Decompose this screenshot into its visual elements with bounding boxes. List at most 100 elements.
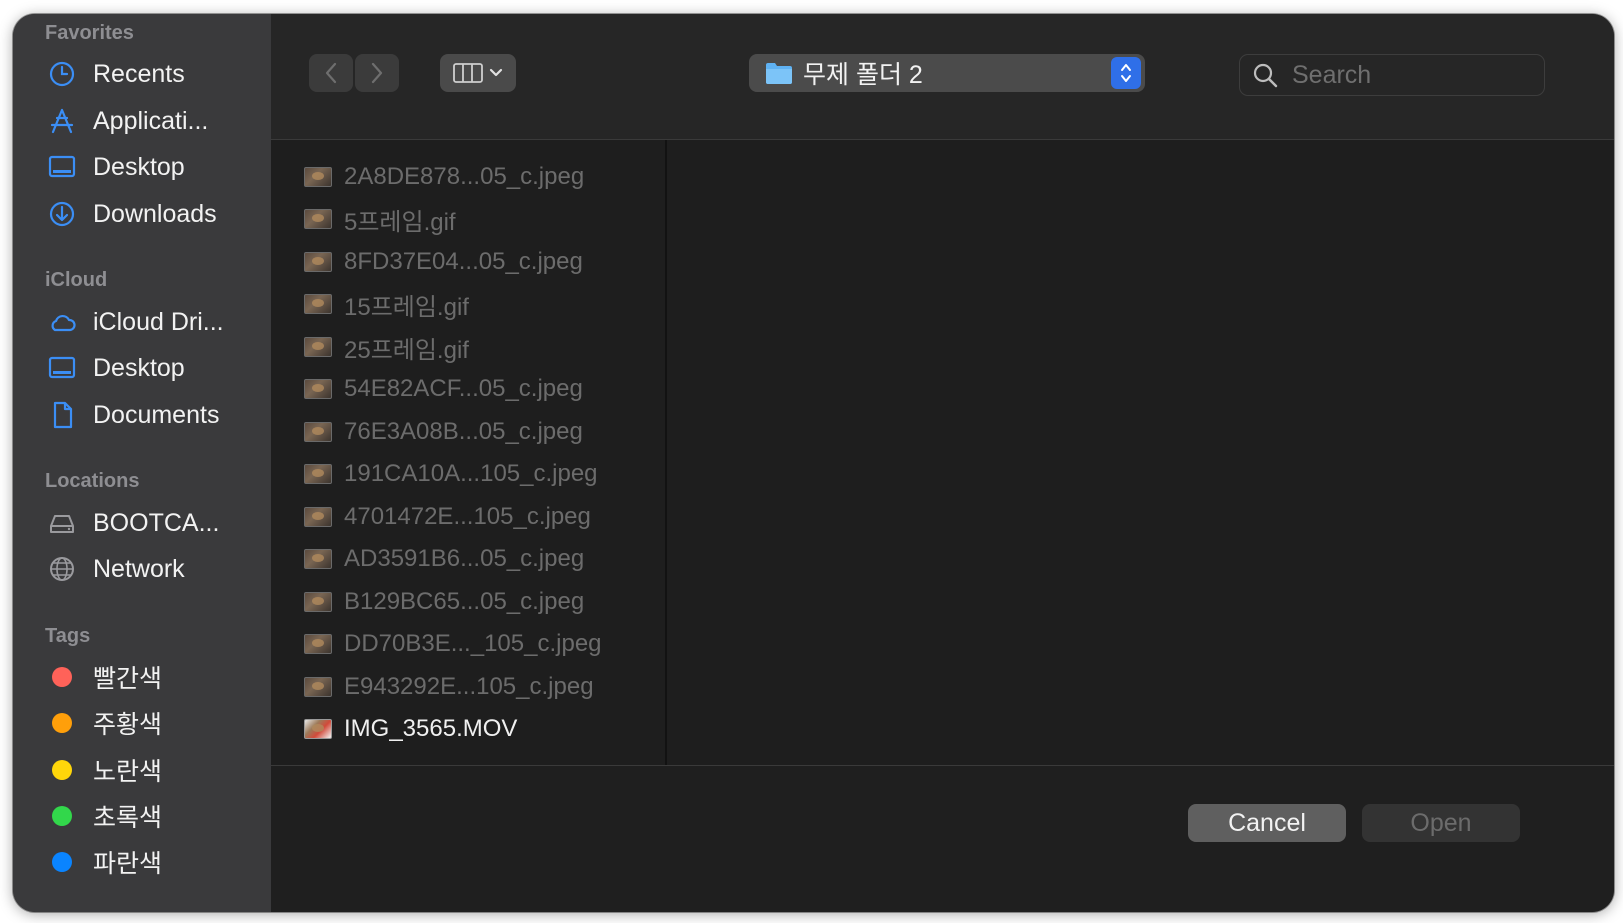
file-row: 8FD37E04...05_c.jpeg <box>304 244 659 280</box>
view-mode-button[interactable] <box>440 54 516 92</box>
file-row: 191CA10A...105_c.jpeg <box>304 456 659 492</box>
drive-icon <box>45 506 79 540</box>
sidebar-item-downloads[interactable]: Downloads <box>45 194 260 234</box>
file-name: 5프레임.gif <box>344 208 456 236</box>
video-thumbnail-icon <box>304 719 332 739</box>
file-name: 76E3A08B...05_c.jpeg <box>344 418 583 445</box>
image-thumbnail-icon <box>304 252 332 272</box>
sidebar-item-label: Desktop <box>93 353 185 382</box>
file-row: 76E3A08B...05_c.jpeg <box>304 414 659 450</box>
locations-heading: Locations <box>45 470 140 492</box>
chevron-right-icon <box>371 62 383 84</box>
sidebar-tag-blue[interactable]: 파란색 <box>45 842 260 882</box>
image-thumbnail-icon <box>304 464 332 484</box>
sidebar-item-desktop[interactable]: Desktop <box>45 147 260 187</box>
sidebar-item-label: Desktop <box>93 152 185 181</box>
image-thumbnail-icon <box>304 294 332 314</box>
search-icon <box>1253 63 1278 88</box>
file-name: DD70B3E..._105_c.jpeg <box>344 630 602 657</box>
file-row-selectable[interactable]: IMG_3565.MOV <box>304 711 659 747</box>
image-thumbnail-icon <box>304 209 332 229</box>
sidebar-item-label: Downloads <box>93 199 217 228</box>
file-row: B129BC65...05_c.jpeg <box>304 584 659 620</box>
chevron-down-icon <box>489 68 503 77</box>
icloud-heading: iCloud <box>45 269 108 291</box>
image-thumbnail-icon <box>304 337 332 357</box>
sidebar-item-applications[interactable]: Applicati... <box>45 101 260 141</box>
image-thumbnail-icon <box>304 592 332 612</box>
dialog-footer: Cancel Open <box>271 765 1614 912</box>
file-row: 5프레임.gif <box>304 201 659 237</box>
file-row: 25프레임.gif <box>304 329 659 365</box>
forward-button[interactable] <box>355 54 399 92</box>
file-name: 8FD37E04...05_c.jpeg <box>344 248 583 275</box>
file-name: 191CA10A...105_c.jpeg <box>344 460 598 487</box>
file-name: E943292E...105_c.jpeg <box>344 673 594 700</box>
green-tag-dot-icon <box>52 806 72 826</box>
sidebar-item-network[interactable]: Network <box>45 549 260 589</box>
sidebar-item-recents[interactable]: Recents <box>45 54 260 94</box>
file-name: IMG_3565.MOV <box>344 715 518 742</box>
back-button[interactable] <box>309 54 353 92</box>
image-thumbnail-icon <box>304 379 332 399</box>
tags-heading: Tags <box>45 625 91 647</box>
open-file-dialog: Favorites Recents Applicati... Desktop D… <box>13 14 1614 912</box>
file-name: B129BC65...05_c.jpeg <box>344 588 585 615</box>
image-thumbnail-icon <box>304 549 332 569</box>
cloud-icon <box>45 305 79 339</box>
sidebar-item-label: Documents <box>93 400 220 429</box>
yellow-tag-dot-icon <box>52 760 72 780</box>
desktop-icon <box>45 150 79 184</box>
sidebar-item-label: 파란색 <box>93 850 163 878</box>
cancel-button[interactable]: Cancel <box>1188 804 1346 842</box>
image-thumbnail-icon <box>304 422 332 442</box>
orange-tag-dot-icon <box>52 713 72 733</box>
sidebar-tag-red[interactable]: 빨간색 <box>45 657 260 697</box>
download-icon <box>45 197 79 231</box>
applications-icon <box>45 104 79 138</box>
document-icon <box>45 398 79 432</box>
chevron-left-icon <box>325 62 337 84</box>
sidebar-item-label: BOOTCA... <box>93 508 220 537</box>
file-row: 2A8DE878...05_c.jpeg <box>304 159 659 195</box>
file-row: 4701472E...105_c.jpeg <box>304 499 659 535</box>
sidebar-item-documents[interactable]: Documents <box>45 395 260 435</box>
file-name: AD3591B6...05_c.jpeg <box>344 545 585 572</box>
sidebar-item-label: 빨간색 <box>93 665 163 693</box>
file-row: DD70B3E..._105_c.jpeg <box>304 626 659 662</box>
path-popup-button[interactable]: 무제 폴더 2 <box>749 54 1145 92</box>
blue-tag-dot-icon <box>52 852 72 872</box>
search-field[interactable] <box>1239 54 1545 96</box>
file-row: AD3591B6...05_c.jpeg <box>304 541 659 577</box>
sidebar: Favorites Recents Applicati... Desktop D… <box>13 14 271 912</box>
image-thumbnail-icon <box>304 634 332 654</box>
sidebar-item-icloud-desktop[interactable]: Desktop <box>45 348 260 388</box>
toolbar: 무제 폴더 2 <box>271 14 1614 140</box>
sidebar-tag-green[interactable]: 초록색 <box>45 796 260 836</box>
column-view-icon <box>453 63 483 83</box>
sidebar-item-icloud-drive[interactable]: iCloud Dri... <box>45 302 260 342</box>
sidebar-item-label: iCloud Dri... <box>93 307 224 336</box>
sidebar-item-label: 주황색 <box>93 711 163 739</box>
favorites-heading: Favorites <box>45 22 134 44</box>
globe-icon <box>45 552 79 586</box>
file-name: 25프레임.gif <box>344 336 469 364</box>
clock-icon <box>45 57 79 91</box>
sidebar-item-label: 초록색 <box>93 804 163 832</box>
sidebar-item-bootcamp[interactable]: BOOTCA... <box>45 503 260 543</box>
search-input[interactable] <box>1290 59 1514 91</box>
file-column: 2A8DE878...05_c.jpeg 5프레임.gif 8FD37E04..… <box>271 140 667 765</box>
sidebar-tag-yellow[interactable]: 노란색 <box>45 750 260 790</box>
desktop-icon <box>45 351 79 385</box>
file-name: 54E82ACF...05_c.jpeg <box>344 375 583 402</box>
file-row: E943292E...105_c.jpeg <box>304 669 659 705</box>
file-name: 15프레임.gif <box>344 293 469 321</box>
file-row: 54E82ACF...05_c.jpeg <box>304 371 659 407</box>
file-row: 15프레임.gif <box>304 286 659 322</box>
open-button[interactable]: Open <box>1362 804 1520 842</box>
file-name: 2A8DE878...05_c.jpeg <box>344 163 585 190</box>
up-down-chevron-icon <box>1111 57 1141 89</box>
file-browser: 2A8DE878...05_c.jpeg 5프레임.gif 8FD37E04..… <box>271 140 1614 765</box>
sidebar-tag-orange[interactable]: 주황색 <box>45 703 260 743</box>
sidebar-item-label: Recents <box>93 59 185 88</box>
